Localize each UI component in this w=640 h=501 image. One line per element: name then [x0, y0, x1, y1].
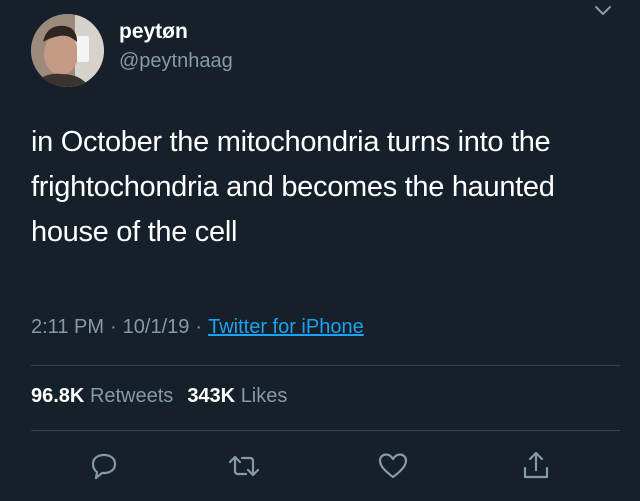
tweet-date: 10/1/19	[122, 316, 190, 338]
reply-button[interactable]	[86, 448, 122, 484]
like-button[interactable]	[375, 448, 411, 484]
likes-label: Likes	[240, 385, 288, 407]
retweets-stat[interactable]: 96.8K Retweets	[31, 385, 173, 407]
share-button[interactable]	[518, 448, 554, 484]
divider	[31, 365, 620, 366]
tweet-text: in October the mitochondria turns into t…	[31, 126, 555, 248]
tweet-stats: 96.8K Retweets 343K Likes	[31, 385, 287, 408]
avatar[interactable]	[31, 14, 104, 87]
retweet-button[interactable]	[226, 448, 262, 484]
tweet-meta: 2:11 PM · 10/1/19 · Twitter for iPhone	[31, 316, 364, 339]
tweet-time: 2:11 PM	[31, 316, 104, 338]
retweets-label: Retweets	[89, 385, 174, 407]
retweet-icon	[228, 455, 260, 477]
meta-separator: ·	[195, 316, 203, 338]
likes-stat[interactable]: 343K Likes	[187, 385, 287, 407]
chevron-down-icon[interactable]	[592, 0, 614, 22]
likes-count: 343K	[187, 385, 236, 407]
meta-separator: ·	[110, 316, 117, 338]
action-bar	[0, 448, 640, 488]
share-icon	[523, 451, 549, 479]
retweets-count: 96.8K	[31, 385, 85, 407]
divider	[31, 430, 620, 431]
display-name[interactable]: peytøn	[119, 20, 188, 44]
reply-icon	[91, 453, 117, 480]
avatar-image	[31, 14, 104, 87]
user-handle[interactable]: @peytnhaag	[119, 50, 233, 73]
tweet-source-link[interactable]: Twitter for iPhone	[208, 316, 364, 338]
heart-icon	[378, 453, 408, 479]
